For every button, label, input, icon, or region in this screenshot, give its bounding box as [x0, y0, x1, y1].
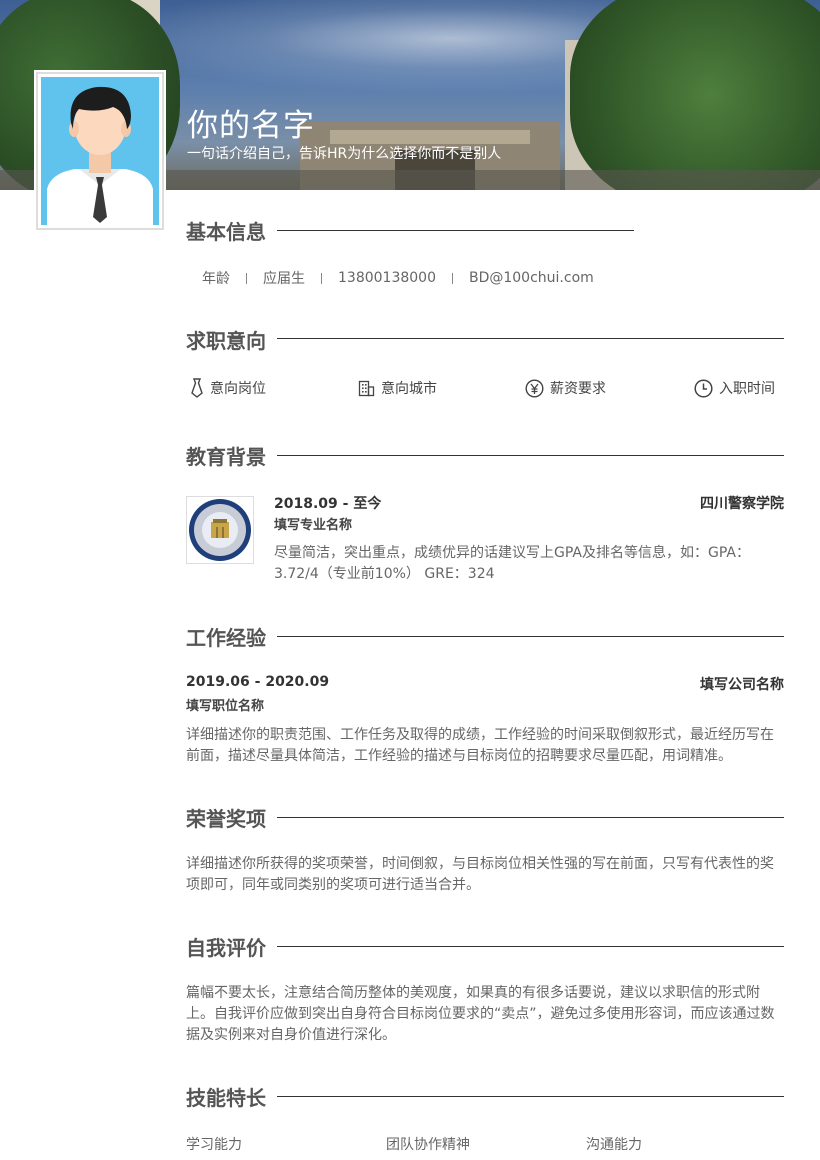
basic-info-age: 年龄	[202, 271, 230, 287]
self-evaluation-description: 篇幅不要太长，注意结合简历整体的美观度，如果真的有很多话要说，建议以求职信的形式…	[186, 985, 775, 1043]
avatar-illustration	[41, 77, 159, 225]
intent-position: 意向岗位	[190, 378, 266, 398]
education-description: 尽量简洁，突出重点，成绩优异的话建议写上GPA及排名等信息，如：GPA：3.72…	[274, 545, 750, 582]
work-description: 详细描述你的职责范围、工作任务及取得的成绩，工作经验的时间采取倒叙形式，最近经历…	[186, 727, 774, 764]
section-title-work: 工作经验	[186, 626, 266, 650]
basic-info-row: 年龄 应届生 13800138000 BD@100chui.com	[186, 268, 610, 288]
skill-item: 团队协作精神	[386, 1137, 470, 1153]
section-title-education: 教育背景	[186, 445, 266, 469]
education-major: 填写专业名称	[274, 518, 353, 533]
intent-position-label: 意向岗位	[210, 381, 266, 397]
section-divider	[277, 636, 784, 637]
section-title-self-evaluation: 自我评价	[186, 936, 266, 960]
intent-city: 意向城市	[358, 378, 437, 398]
section-title-honors: 荣誉奖项	[186, 807, 266, 831]
school-emblem-icon	[189, 499, 251, 561]
resume-name: 你的名字	[187, 108, 315, 144]
banner-tree-right	[570, 0, 820, 190]
banner-gate-top	[330, 130, 530, 144]
education-period: 2018.09 - 至今	[274, 496, 382, 512]
intent-start-date: 入职时间	[694, 378, 775, 398]
school-logo	[186, 496, 254, 564]
basic-info-phone: 13800138000	[338, 270, 436, 286]
section-title-skills: 技能特长	[186, 1086, 266, 1110]
intent-salary: 薪资要求	[525, 378, 606, 398]
section-divider	[277, 817, 784, 818]
section-divider	[277, 230, 634, 231]
skill-item: 学习能力	[186, 1137, 242, 1153]
section-title-job-intent: 求职意向	[186, 329, 266, 353]
yen-icon	[525, 378, 544, 398]
section-title-basic-info: 基本信息	[186, 220, 266, 244]
work-position: 填写职位名称	[186, 699, 265, 714]
person-icon	[47, 86, 153, 225]
avatar	[36, 72, 164, 230]
intent-city-label: 意向城市	[381, 381, 437, 397]
tie-icon	[191, 378, 203, 398]
basic-info-status: 应届生	[263, 271, 305, 287]
resume-tagline: 一句话介绍自己，告诉HR为什么选择你而不是别人	[187, 146, 502, 162]
basic-info-email: BD@100chui.com	[468, 270, 594, 286]
intent-salary-label: 薪资要求	[550, 381, 606, 397]
clock-icon	[694, 378, 713, 398]
work-period: 2019.06 - 2020.09	[186, 674, 330, 690]
honors-description: 详细描述你所获得的奖项荣誉，时间倒叙，与目标岗位相关性强的写在前面，只写有代表性…	[186, 856, 774, 893]
education-school: 四川警察学院	[700, 496, 784, 512]
section-divider	[277, 946, 784, 947]
work-company: 填写公司名称	[700, 677, 784, 693]
building-icon	[358, 380, 375, 396]
section-divider	[277, 1096, 784, 1097]
intent-start-date-label: 入职时间	[719, 381, 775, 397]
skill-item: 沟通能力	[586, 1137, 642, 1153]
section-divider	[277, 338, 784, 339]
section-divider	[277, 455, 784, 456]
